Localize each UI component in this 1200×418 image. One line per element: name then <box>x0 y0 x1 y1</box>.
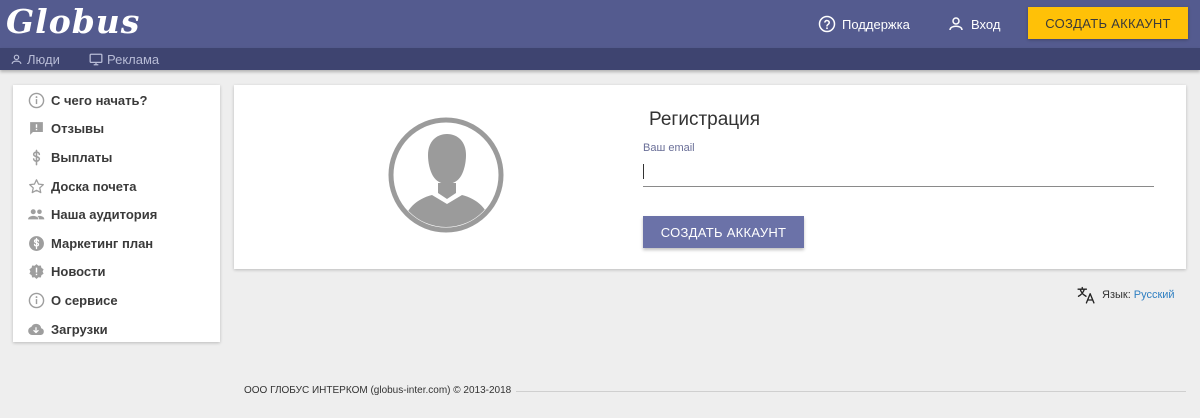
sidebar-item-about[interactable]: О сервисе <box>13 286 220 315</box>
language-value-link[interactable]: Русский <box>1134 289 1175 301</box>
language-selector[interactable]: Язык: Русский <box>1076 285 1175 305</box>
language-label: Язык: <box>1102 289 1131 301</box>
info-icon <box>27 91 45 109</box>
person-outline-icon <box>949 17 963 31</box>
sidebar-item-downloads[interactable]: Загрузки <box>13 315 220 344</box>
sidebar-item-label: Отзывы <box>51 121 105 137</box>
news-badge-icon <box>27 263 45 281</box>
logo[interactable]: Globus <box>6 2 140 42</box>
top-navbar: Globus Поддержка Вход СОЗДАТЬ АККАУНТ <box>0 0 1200 48</box>
sidebar-item-getting-started[interactable]: С чего начать? <box>13 86 220 115</box>
sidebar-item-label: С чего начать? <box>51 92 148 108</box>
subnav-item-ads[interactable]: Реклама <box>89 48 159 70</box>
sidebar-item-label: Доска почета <box>51 178 137 194</box>
subnav-label: Реклама <box>107 51 160 67</box>
login-label: Вход <box>971 16 1001 32</box>
support-link[interactable]: Поддержка <box>818 12 910 36</box>
registration-title: Регистрация <box>649 109 761 130</box>
sidebar-item-news[interactable]: Новости <box>13 258 220 287</box>
sidebar-item-label: О сервисе <box>51 292 118 308</box>
sidebar-item-audience[interactable]: Наша аудитория <box>13 200 220 229</box>
sidebar: С чего начать? Отзывы Выплаты Доска поче… <box>13 85 220 342</box>
translate-icon <box>1077 286 1095 304</box>
subnav-label: Люди <box>27 51 60 67</box>
feedback-icon <box>27 120 45 138</box>
sidebar-item-payouts[interactable]: Выплаты <box>13 143 220 172</box>
person-icon <box>11 54 22 64</box>
sidebar-item-label: Выплаты <box>51 149 113 165</box>
sub-navbar: Люди Реклама <box>0 48 1200 70</box>
login-link[interactable]: Вход <box>947 12 1000 36</box>
star-icon <box>27 177 45 195</box>
create-account-button[interactable]: СОЗДАТЬ АККАУНТ <box>643 216 804 248</box>
dollar-icon <box>27 148 45 166</box>
cloud-download-icon <box>27 320 45 338</box>
create-account-header-button[interactable]: СОЗДАТЬ АККАУНТ <box>1028 7 1188 39</box>
help-circle-icon <box>818 15 836 33</box>
sidebar-item-honor-board[interactable]: Доска почета <box>13 172 220 201</box>
money-circle-icon <box>27 234 45 252</box>
footer-copyright: ООО ГЛОБУС ИНТЕРКОМ (globus-inter.com) ©… <box>244 385 512 396</box>
people-icon <box>27 206 45 224</box>
ads-icon <box>89 53 103 65</box>
footer-divider <box>516 391 1186 392</box>
sidebar-item-label: Маркетинг план <box>51 235 154 251</box>
email-input[interactable] <box>643 159 1154 187</box>
subnav-item-people[interactable]: Люди <box>10 48 60 70</box>
registration-card: Регистрация Ваш email СОЗДАТЬ АККАУНТ <box>234 85 1186 269</box>
email-label: Ваш email <box>643 142 695 154</box>
sidebar-item-marketing-plan[interactable]: Маркетинг план <box>13 229 220 258</box>
sidebar-item-reviews[interactable]: Отзывы <box>13 115 220 144</box>
sidebar-item-label: Новости <box>51 264 106 280</box>
sidebar-item-label: Загрузки <box>51 321 108 337</box>
sidebar-item-label: Наша аудитория <box>51 207 158 223</box>
avatar-placeholder-icon <box>388 117 504 233</box>
info-icon <box>27 291 45 309</box>
text-caret <box>643 164 644 179</box>
support-label: Поддержка <box>842 16 910 32</box>
